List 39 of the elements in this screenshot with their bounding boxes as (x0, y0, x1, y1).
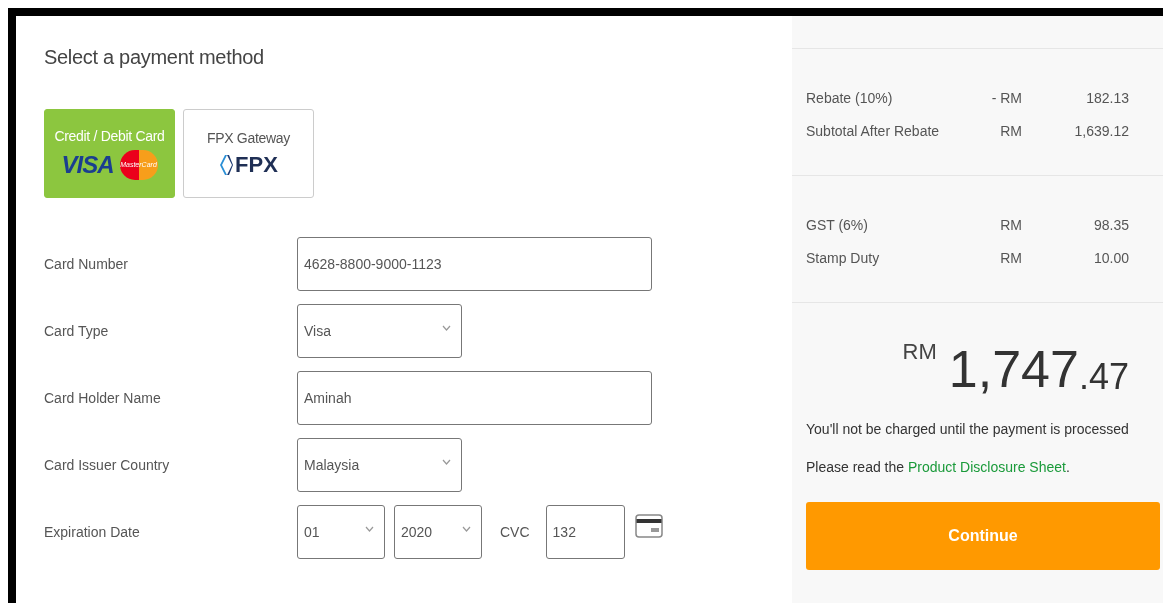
summary-label: Stamp Duty (806, 249, 881, 266)
total-currency: RM (902, 339, 937, 365)
select-field[interactable]: Visa (297, 304, 462, 358)
year-select[interactable]: 2020 (394, 505, 482, 559)
field-label: CVC (500, 524, 530, 540)
total-cents: .47 (1078, 359, 1129, 395)
field-label: Card Issuer Country (44, 457, 171, 473)
text-field[interactable]: Aminah (297, 371, 652, 425)
card-back-icon (634, 512, 663, 540)
total-amount: 1,747 (948, 343, 1079, 395)
field-label: Card Number (44, 256, 130, 272)
amount-value: 98.35 (1092, 216, 1129, 233)
select-field[interactable]: Malaysia (297, 438, 462, 492)
currency-label: RM (999, 122, 1022, 139)
chevron-down-icon (365, 526, 374, 532)
currency-label: RM (999, 216, 1022, 233)
currency-label: RM (999, 249, 1022, 266)
chevron-down-icon (442, 459, 451, 465)
diamond-logo-icon (219, 153, 234, 176)
text-field[interactable]: 4628-8800-9000-1123 (297, 237, 652, 291)
field-label: Card Holder Name (44, 390, 162, 406)
field-label: Expiration Date (44, 524, 141, 540)
disclosure-link[interactable]: Product Disclosure Sheet (907, 459, 1066, 475)
charge-note: You'll not be charged until the payment is processed (806, 421, 1130, 437)
currency-label: - RM (990, 89, 1022, 106)
payment-method-tab[interactable]: FPX Gateway FPX (183, 109, 314, 198)
section-title: Select a payment method (44, 46, 265, 70)
chevron-down-icon (442, 325, 451, 331)
chevron-down-icon (462, 526, 471, 532)
summary-label: Subtotal After Rebate (806, 122, 941, 139)
disclosure-text: Please read the Product Disclosure Sheet. (806, 459, 1071, 475)
summary-label: GST (6%) (806, 216, 869, 233)
cvc-field[interactable]: 132 (545, 505, 625, 559)
summary-label: Rebate (10%) (806, 89, 894, 106)
month-select[interactable]: 01 (297, 505, 385, 559)
amount-value: 10.00 (1092, 249, 1129, 266)
amount-value: 182.13 (1085, 89, 1129, 106)
amount-value: 1,639.12 (1073, 122, 1129, 139)
field-label: Card Type (44, 323, 110, 339)
